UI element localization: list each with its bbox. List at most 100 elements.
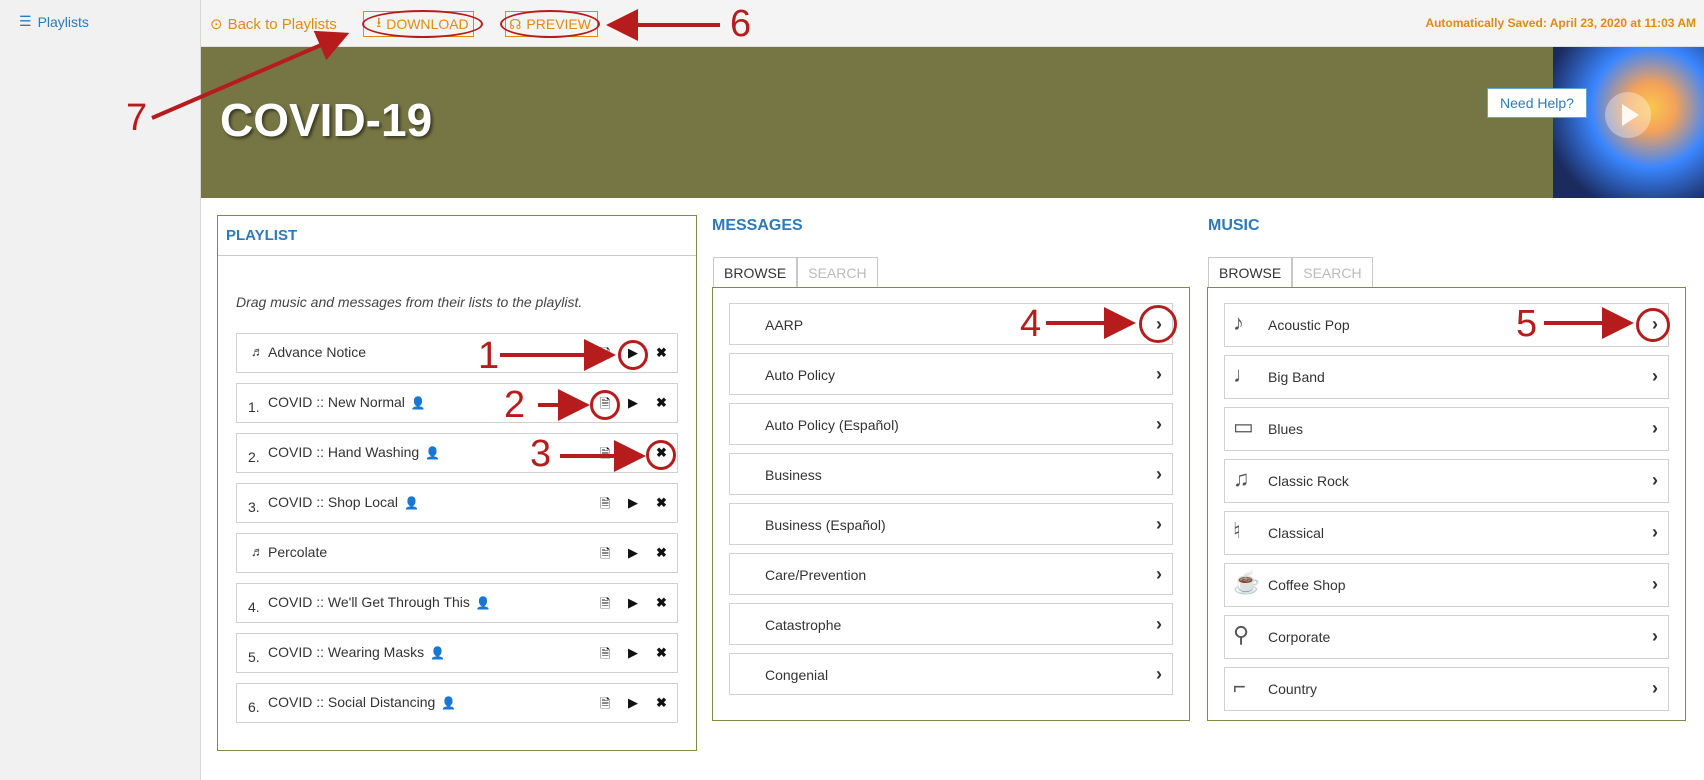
harmonica-icon: ▭ xyxy=(1233,414,1254,439)
lyre-icon: ♮ xyxy=(1233,518,1241,543)
voice-talent-icon: 👤 xyxy=(425,446,441,460)
chevron-right-icon[interactable]: › xyxy=(1652,574,1658,595)
list-item-label: Classical xyxy=(1268,525,1325,541)
sidebar-item-playlists[interactable]: ☰ Playlists xyxy=(19,13,89,30)
playlist-row-label-wrap: COVID :: Hand Washing 👤 xyxy=(268,444,440,460)
playlist-hint: Drag music and messages from their lists… xyxy=(236,294,583,310)
download-button[interactable]: ⭳ DOWNLOAD xyxy=(362,10,483,38)
play-icon[interactable]: ▶ xyxy=(628,445,638,461)
playlist-banner: COVID-19 Need Help? xyxy=(201,47,1704,198)
chevron-right-icon[interactable]: › xyxy=(1652,522,1658,543)
music-tabs: BROWSE SEARCH xyxy=(1208,257,1373,287)
list-item[interactable]: Congenial › xyxy=(729,653,1173,695)
play-icon[interactable]: ▶ xyxy=(628,395,638,411)
chevron-right-icon[interactable]: › xyxy=(1156,464,1162,485)
chevron-right-icon[interactable]: › xyxy=(1652,418,1658,439)
need-help-button[interactable]: Need Help? xyxy=(1487,88,1587,118)
list-item-label: Care/Prevention xyxy=(765,567,867,583)
chevron-right-icon[interactable]: › xyxy=(1652,366,1658,387)
tab-messages-browse[interactable]: BROWSE xyxy=(713,257,798,287)
list-item[interactable]: Care/Prevention › xyxy=(729,553,1173,595)
list-item[interactable]: ♩ Big Band › xyxy=(1224,355,1669,399)
chevron-right-icon[interactable]: › xyxy=(1156,514,1162,535)
chevron-right-icon[interactable]: › xyxy=(1156,664,1162,685)
preview-label: PREVIEW xyxy=(526,16,591,32)
list-item[interactable]: ♮ Classical › xyxy=(1224,511,1669,555)
play-icon[interactable]: ▶ xyxy=(628,695,638,711)
playlist-row[interactable]: ♬ Percolate 🗎 ▶ ✖ xyxy=(236,533,678,573)
playlist-thumbnail[interactable] xyxy=(1553,47,1704,198)
playlist-row[interactable]: 3. COVID :: Shop Local 👤 🗎 ▶ ✖ xyxy=(236,483,678,523)
list-item[interactable]: Auto Policy (Español) › xyxy=(729,403,1173,445)
playlist-row[interactable]: 2. COVID :: Hand Washing 👤 🗎 ▶ ✖ xyxy=(236,433,678,473)
playlist-row-label: COVID :: New Normal xyxy=(268,394,405,410)
annotation-label: 7 xyxy=(126,97,148,139)
row-number: 4. xyxy=(248,599,260,615)
playlist-row-label: Advance Notice xyxy=(268,344,367,360)
chevron-right-icon[interactable]: › xyxy=(1652,678,1658,699)
document-icon[interactable]: 🗎 xyxy=(600,695,610,717)
document-icon[interactable]: 🗎 xyxy=(600,345,610,367)
chevron-right-icon[interactable]: › xyxy=(1652,626,1658,647)
list-item-label: Business xyxy=(765,467,822,483)
chevron-right-icon[interactable]: › xyxy=(1156,414,1162,435)
play-icon[interactable]: ▶ xyxy=(628,495,638,511)
document-icon[interactable]: 🗎 xyxy=(600,645,610,667)
playlist-row[interactable]: ♬ Advance Notice 🗎 ▶ ✖ xyxy=(236,333,678,373)
chevron-right-icon[interactable]: › xyxy=(1652,470,1658,491)
close-icon[interactable]: ✖ xyxy=(656,595,667,611)
list-item[interactable]: ♫ Classic Rock › xyxy=(1224,459,1669,503)
list-item[interactable]: Auto Policy › xyxy=(729,353,1173,395)
list-item-label: Congenial xyxy=(765,667,829,683)
document-icon[interactable]: 🗎 xyxy=(600,445,610,467)
cowboy-boot-icon: ⌐ xyxy=(1233,674,1246,699)
headphones-icon: ☊ xyxy=(508,15,522,32)
list-item[interactable]: ☕ Coffee Shop › xyxy=(1224,563,1669,607)
autosave-status: Automatically Saved: April 23, 2020 at 1… xyxy=(1425,16,1696,30)
playlist-panel: PLAYLIST Drag music and messages from th… xyxy=(217,215,697,751)
playlist-row[interactable]: 6. COVID :: Social Distancing 👤 🗎 ▶ ✖ xyxy=(236,683,678,723)
close-icon[interactable]: ✖ xyxy=(656,395,667,411)
list-item[interactable]: Business › xyxy=(729,453,1173,495)
list-item[interactable]: ⌐ Country › xyxy=(1224,667,1669,711)
list-item-label: Corporate xyxy=(1268,629,1331,645)
coffee-cup-icon: ☕ xyxy=(1233,570,1261,595)
list-item[interactable]: ♪ Acoustic Pop › xyxy=(1224,303,1669,347)
drum-kit-icon: ♩ xyxy=(1233,362,1255,387)
play-icon[interactable]: ▶ xyxy=(628,595,638,611)
list-item-label: Classic Rock xyxy=(1268,473,1349,489)
play-icon[interactable]: ▶ xyxy=(628,545,638,561)
close-icon[interactable]: ✖ xyxy=(656,645,667,661)
close-icon[interactable]: ✖ xyxy=(656,495,667,511)
back-to-playlists-link[interactable]: ⊙ Back to Playlists xyxy=(210,10,337,38)
chevron-right-icon[interactable]: › xyxy=(1156,614,1162,635)
close-icon[interactable]: ✖ xyxy=(656,345,667,361)
playlist-row[interactable]: 4. COVID :: We'll Get Through This 👤 🗎 ▶ … xyxy=(236,583,678,623)
close-icon[interactable]: ✖ xyxy=(656,695,667,711)
music-heading: MUSIC xyxy=(1208,217,1260,234)
play-icon[interactable]: ▶ xyxy=(628,645,638,661)
close-icon[interactable]: ✖ xyxy=(656,545,667,561)
tab-music-browse[interactable]: BROWSE xyxy=(1208,257,1293,287)
list-item[interactable]: Catastrophe › xyxy=(729,603,1173,645)
document-icon[interactable]: 🗎 xyxy=(600,495,610,517)
playlist-heading: PLAYLIST xyxy=(218,216,696,256)
playlist-row-label: COVID :: Shop Local xyxy=(268,494,398,510)
document-icon[interactable]: 🗎 xyxy=(600,595,610,617)
preview-button[interactable]: ☊ PREVIEW xyxy=(500,10,600,38)
annotation-circle xyxy=(590,390,620,420)
download-icon: ⭳ xyxy=(376,14,382,30)
tab-music-search[interactable]: SEARCH xyxy=(1292,257,1373,287)
tab-messages-search[interactable]: SEARCH xyxy=(797,257,878,287)
list-item[interactable]: ⚲ Corporate › xyxy=(1224,615,1669,659)
list-item[interactable]: AARP › xyxy=(729,303,1173,345)
sidebar-item-label: Playlists xyxy=(37,13,89,30)
messages-heading: MESSAGES xyxy=(712,217,803,234)
chevron-right-icon[interactable]: › xyxy=(1156,564,1162,585)
annotation-label: 1 xyxy=(478,335,500,377)
chevron-right-icon[interactable]: › xyxy=(1156,364,1162,385)
list-item[interactable]: ▭ Blues › xyxy=(1224,407,1669,451)
list-item[interactable]: Business (Español) › xyxy=(729,503,1173,545)
playlist-row[interactable]: 5. COVID :: Wearing Masks 👤 🗎 ▶ ✖ xyxy=(236,633,678,673)
document-icon[interactable]: 🗎 xyxy=(600,545,610,567)
